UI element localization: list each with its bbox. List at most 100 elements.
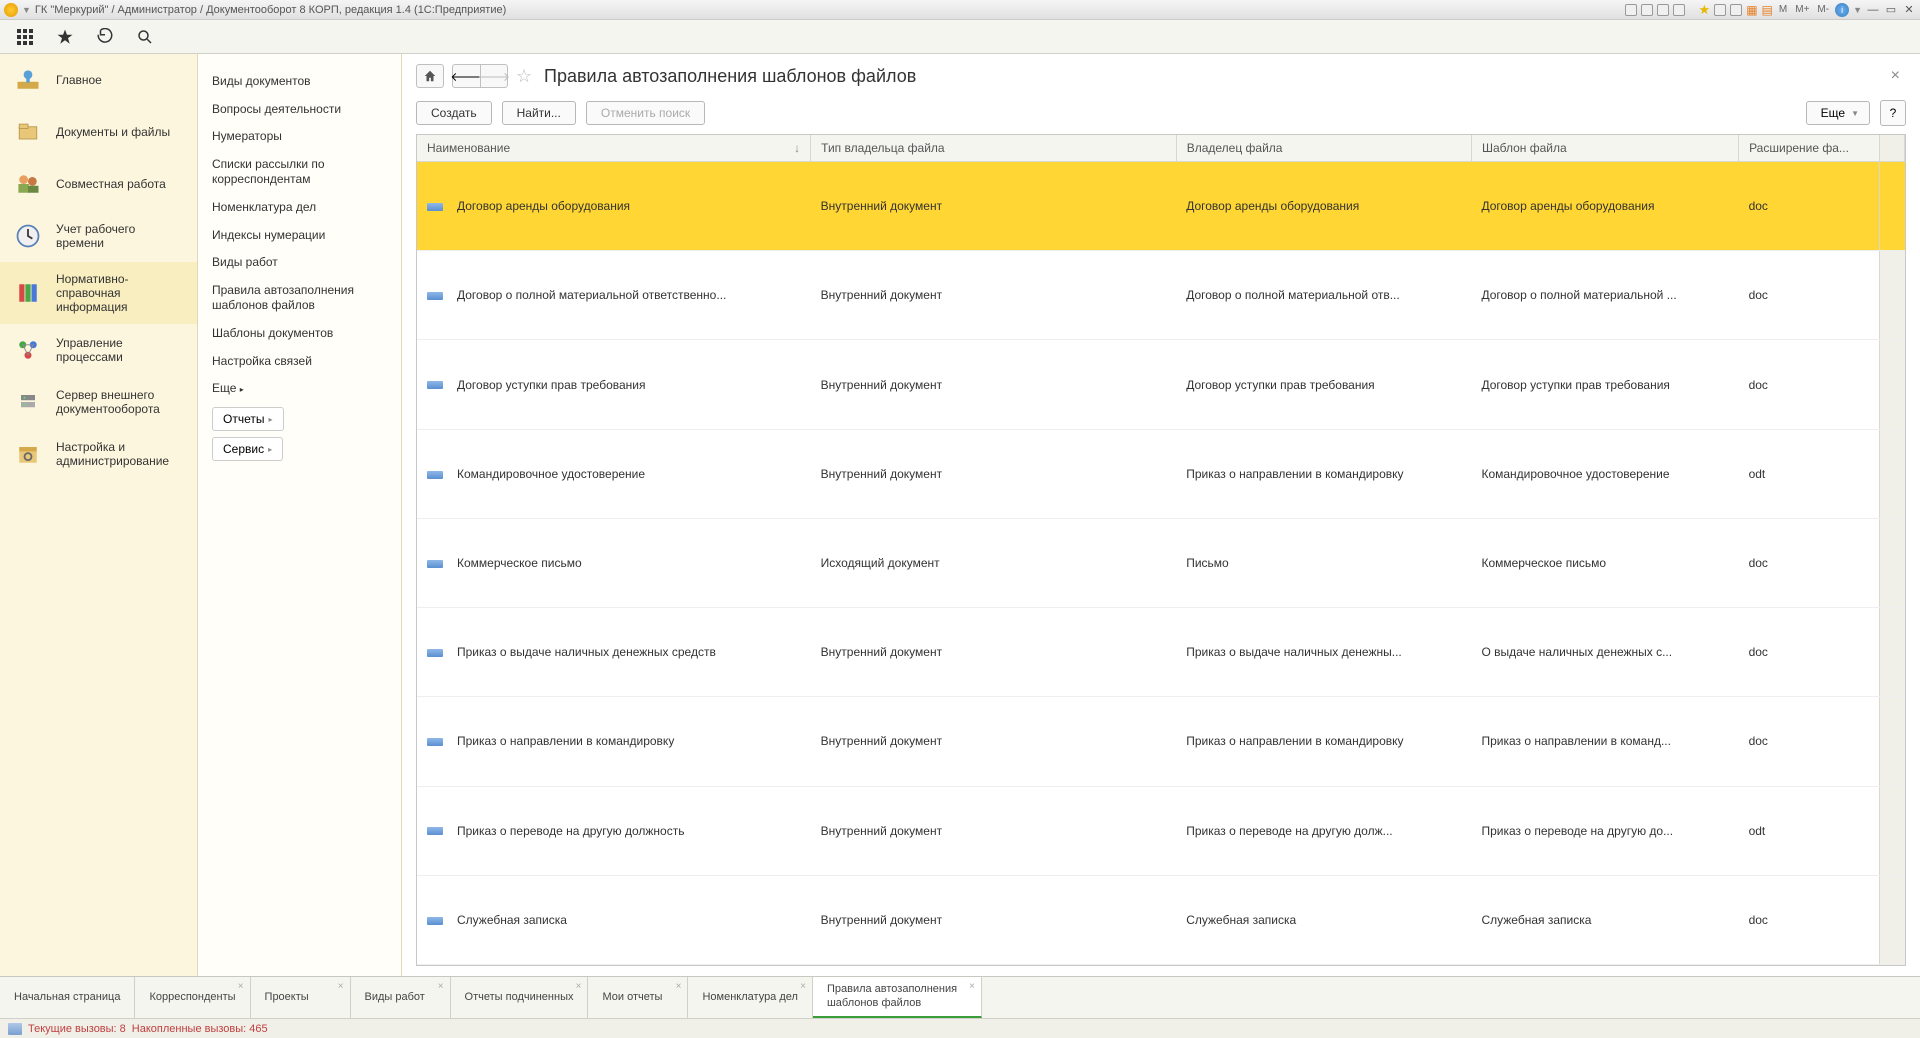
- dropdown-icon[interactable]: ▼: [22, 5, 31, 15]
- sub-link[interactable]: Списки рассылки по корреспондентам: [208, 151, 391, 194]
- col-owner-type[interactable]: Тип владельца файла: [811, 135, 1177, 162]
- window-tab[interactable]: Отчеты подчиненных×: [451, 977, 589, 1018]
- col-extension[interactable]: Расширение фа...: [1739, 135, 1880, 162]
- window-tab[interactable]: Виды работ×: [351, 977, 451, 1018]
- sub-link[interactable]: Нумераторы: [208, 123, 391, 151]
- window-tab[interactable]: Номенклатура дел×: [688, 977, 812, 1018]
- nav-main[interactable]: Главное: [0, 54, 197, 106]
- process-icon: [12, 334, 44, 366]
- tab-close-icon[interactable]: ×: [576, 981, 582, 992]
- cancel-search-button[interactable]: Отменить поиск: [586, 101, 705, 125]
- titlebar-star-icon[interactable]: ★: [1699, 2, 1711, 18]
- titlebar-calc-icon[interactable]: ▦: [1746, 3, 1757, 17]
- reports-button[interactable]: Отчеты▸: [212, 407, 284, 431]
- help-button[interactable]: ?: [1880, 100, 1906, 126]
- nav-time-tracking[interactable]: Учет рабочего времени: [0, 210, 197, 262]
- sub-link[interactable]: Вопросы деятельности: [208, 96, 391, 124]
- nav-process-management[interactable]: Управление процессами: [0, 324, 197, 376]
- titlebar-tool-3[interactable]: [1657, 4, 1669, 16]
- back-button[interactable]: 🡐: [452, 64, 480, 88]
- server-icon: [12, 386, 44, 418]
- sub-link-active[interactable]: Правила автозаполнения шаблонов файлов: [208, 277, 391, 320]
- table-header-row: Наименование↓ Тип владельца файла Владел…: [417, 135, 1905, 162]
- content-pane: 🡐 🡒 ☆ Правила автозаполнения шаблонов фа…: [402, 54, 1920, 976]
- nav-label: Совместная работа: [56, 177, 166, 191]
- forward-button[interactable]: 🡒: [480, 64, 508, 88]
- table-row[interactable]: Приказ о выдаче наличных денежных средст…: [417, 608, 1905, 697]
- nav-label: Главное: [56, 73, 102, 87]
- sub-link[interactable]: Настройка связей: [208, 348, 391, 376]
- mminus-button[interactable]: M-: [1815, 4, 1831, 15]
- tab-close-icon[interactable]: ×: [338, 981, 344, 992]
- window-title: ГК "Меркурий" / Администратор / Документ…: [35, 4, 506, 16]
- titlebar-tool-1[interactable]: [1625, 4, 1637, 16]
- table-row[interactable]: Договор уступки прав требованияВнутренни…: [417, 340, 1905, 429]
- table-row[interactable]: Служебная запискаВнутренний документСлуж…: [417, 875, 1905, 964]
- titlebar-tool-6[interactable]: [1730, 4, 1742, 16]
- minimize-button[interactable]: —: [1866, 3, 1880, 17]
- window-tab[interactable]: Корреспонденты×: [135, 977, 250, 1018]
- tab-close-icon[interactable]: ×: [969, 981, 975, 992]
- nav-documents[interactable]: Документы и файлы: [0, 106, 197, 158]
- tab-close-icon[interactable]: ×: [238, 981, 244, 992]
- titlebar-tool-2[interactable]: [1641, 4, 1653, 16]
- nav-label: Управление процессами: [56, 336, 185, 364]
- tab-close-icon[interactable]: ×: [676, 981, 682, 992]
- history-button[interactable]: [94, 26, 116, 48]
- favorite-star-icon[interactable]: ☆: [516, 66, 536, 86]
- apps-button[interactable]: [14, 26, 36, 48]
- sub-link[interactable]: Индексы нумерации: [208, 222, 391, 250]
- titlebar-tool-5[interactable]: [1714, 4, 1726, 16]
- table-row[interactable]: Командировочное удостоверениеВнутренний …: [417, 429, 1905, 518]
- search-button[interactable]: [134, 26, 156, 48]
- sub-more[interactable]: Еще ▸: [208, 375, 391, 401]
- sub-link[interactable]: Виды работ: [208, 249, 391, 277]
- col-name[interactable]: Наименование↓: [417, 135, 811, 162]
- titlebar-tool-4[interactable]: [1673, 4, 1685, 16]
- nav-external-server[interactable]: Сервер внешнего документооборота: [0, 376, 197, 428]
- window-tab[interactable]: Правила автозаполнения шаблонов файлов×: [813, 977, 982, 1018]
- close-page-button[interactable]: ×: [1885, 67, 1906, 85]
- row-icon: [427, 560, 443, 568]
- col-owner[interactable]: Владелец файла: [1176, 135, 1471, 162]
- nav-label: Сервер внешнего документооборота: [56, 388, 185, 416]
- favorites-button[interactable]: [54, 26, 76, 48]
- window-tab[interactable]: Начальная страница: [0, 977, 135, 1018]
- titlebar-cal-icon[interactable]: ▤: [1762, 3, 1773, 17]
- find-button[interactable]: Найти...: [502, 101, 576, 125]
- tab-close-icon[interactable]: ×: [800, 981, 806, 992]
- window-tab[interactable]: Мои отчеты×: [588, 977, 688, 1018]
- table-row[interactable]: Договор аренды оборудованияВнутренний до…: [417, 162, 1905, 251]
- nav-collaboration[interactable]: Совместная работа: [0, 158, 197, 210]
- status-accumulated-calls: Накопленные вызовы: 465: [132, 1023, 268, 1035]
- window-tab[interactable]: Проекты×: [251, 977, 351, 1018]
- table-row[interactable]: Приказ о направлении в командировкуВнутр…: [417, 697, 1905, 786]
- sub-link[interactable]: Шаблоны документов: [208, 320, 391, 348]
- close-button[interactable]: ✕: [1902, 3, 1916, 17]
- table-row[interactable]: Договор о полной материальной ответствен…: [417, 251, 1905, 340]
- service-button[interactable]: Сервис▸: [212, 437, 283, 461]
- maximize-button[interactable]: ▭: [1884, 3, 1898, 17]
- create-button[interactable]: Создать: [416, 101, 492, 125]
- home-button[interactable]: [416, 64, 444, 88]
- sub-link[interactable]: Номенклатура дел: [208, 194, 391, 222]
- tab-close-icon[interactable]: ×: [438, 981, 444, 992]
- folder-icon: [12, 116, 44, 148]
- sub-link[interactable]: Виды документов: [208, 68, 391, 96]
- table-row[interactable]: Приказ о переводе на другую должностьВну…: [417, 786, 1905, 875]
- command-bar: Создать Найти... Отменить поиск Еще▼ ?: [416, 100, 1906, 126]
- table-row[interactable]: Коммерческое письмоИсходящий документПис…: [417, 518, 1905, 607]
- more-button[interactable]: Еще▼: [1806, 101, 1870, 125]
- nav-settings[interactable]: Настройка и администрирование: [0, 428, 197, 480]
- people-icon: [12, 168, 44, 200]
- nav-reference-info[interactable]: Нормативно-справочная информация: [0, 262, 197, 324]
- nav-label: Нормативно-справочная информация: [56, 272, 185, 314]
- mplus-button[interactable]: M+: [1793, 4, 1811, 15]
- row-icon: [427, 827, 443, 835]
- page-title: Правила автозаполнения шаблонов файлов: [544, 66, 916, 87]
- info-icon[interactable]: i: [1835, 3, 1849, 17]
- m-button[interactable]: M: [1777, 4, 1789, 15]
- section-sidebar: Главное Документы и файлы Совместная раб…: [0, 54, 198, 976]
- col-template[interactable]: Шаблон файла: [1471, 135, 1738, 162]
- status-bar: Текущие вызовы: 8 Накопленные вызовы: 46…: [0, 1018, 1920, 1038]
